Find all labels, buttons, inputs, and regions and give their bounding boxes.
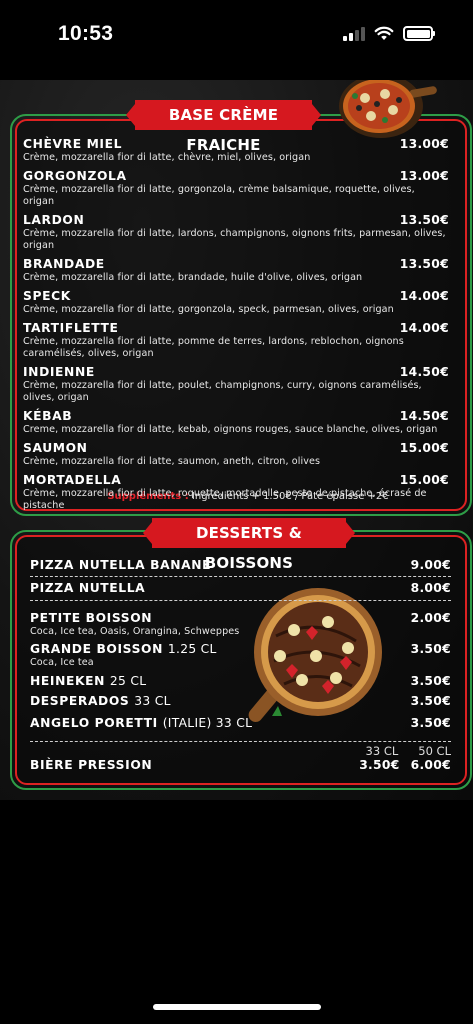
item-name: DESPERADOS xyxy=(30,694,130,708)
item-price: 13.50€ xyxy=(399,213,449,227)
item-description: Crème, mozzarella fior di latte, pomme d… xyxy=(23,336,404,359)
item-price: 14.50€ xyxy=(399,409,449,423)
beer-size-headers: 33 CL 50 CL xyxy=(366,744,451,758)
item-name: TARTIFLETTE xyxy=(23,321,119,335)
item-name: KÉBAB xyxy=(23,409,73,423)
menu-row: PETITE BOISSON 2.00€ xyxy=(30,611,451,626)
drink-row-wrap: ANGELO PORETTI (ITALIE) 33 CL 3.50€ xyxy=(30,716,451,731)
item-description: Crème, mozzarella fior di latte, lardons… xyxy=(23,228,446,251)
drink-row-wrap: PETITE BOISSON 2.00€ Coca, Ice tea, Oasi… xyxy=(30,611,451,638)
item-name: MORTADELLA xyxy=(23,473,122,487)
menu-item: MORTADELLA 15.00€ Crème, mozzarella fior… xyxy=(23,473,449,512)
item-description: Coca, Ice tea xyxy=(30,657,94,668)
item-description: Creme, mozzarella fior di latte, kebab, … xyxy=(23,424,438,435)
item-name: BRANDADE xyxy=(23,257,105,271)
divider xyxy=(30,576,451,577)
section-title-desserts: DESSERTS & BOISSONS xyxy=(143,518,355,572)
item-name: GRANDE BOISSON xyxy=(30,642,163,656)
status-time: 10:53 xyxy=(58,22,114,45)
menu-item: KÉBAB 14.50€ Creme, mozzarella fior di l… xyxy=(23,409,449,436)
divider xyxy=(30,600,451,601)
item-price: 13.00€ xyxy=(399,137,449,151)
menu-row: PIZZA NUTELLA BANANE 9.00€ xyxy=(30,558,451,573)
beer-pression-row: BIÈRE PRESSION 3.50€ 6.00€ xyxy=(30,758,451,772)
item-name: BIÈRE PRESSION xyxy=(30,758,153,772)
item-price: 13.50€ xyxy=(399,257,449,271)
item-description: Crème, mozzarella fior di latte, roquett… xyxy=(23,488,427,511)
item-description: Crème, mozzarella fior di latte, chèvre,… xyxy=(23,152,311,163)
home-indicator[interactable] xyxy=(153,1004,321,1010)
menu-row: ANGELO PORETTI (ITALIE) 33 CL 3.50€ xyxy=(30,716,451,731)
item-price: 3.50€ xyxy=(410,716,451,730)
item-name: SAUMON xyxy=(23,441,88,455)
item-price: 3.50€ xyxy=(410,642,451,656)
menu-item: SAUMON 15.00€ Crème, mozzarella fior di … xyxy=(23,441,449,468)
drink-row-wrap: GRANDE BOISSON 1.25 CL 3.50€ Coca, Ice t… xyxy=(30,642,451,669)
item-name: HEINEKEN xyxy=(30,674,105,688)
item-description: Crème, mozzarella fior di latte, gorgonz… xyxy=(23,184,415,207)
item-name: ANGELO PORETTI xyxy=(30,716,158,730)
item-description: Coca, Ice tea, Oasis, Orangina, Schweppe… xyxy=(30,626,240,637)
battery-icon xyxy=(403,26,435,41)
menu-item: LARDON 13.50€ Crème, mozzarella fior di … xyxy=(23,213,449,252)
item-name: INDIENNE xyxy=(23,365,95,379)
size-header-large: 50 CL xyxy=(418,744,451,758)
item-volume: 1.25 CL xyxy=(167,642,217,656)
menu-item: CHÈVRE MIEL 13.00€ Crème, mozzarella fio… xyxy=(23,137,449,164)
item-price: 15.00€ xyxy=(399,473,449,487)
item-name: PIZZA NUTELLA xyxy=(30,581,146,595)
item-price: 8.00€ xyxy=(410,581,451,595)
item-price: 9.00€ xyxy=(410,558,451,572)
item-price: 2.00€ xyxy=(410,611,451,625)
menu-item: GORGONZOLA 13.00€ Crème, mozzarella fior… xyxy=(23,169,449,208)
item-price: 14.00€ xyxy=(399,321,449,335)
drink-row-wrap: DESPERADOS 33 CL 3.50€ xyxy=(30,694,451,709)
status-icons xyxy=(343,26,435,41)
item-name: CHÈVRE MIEL xyxy=(23,137,123,151)
item-price: 14.00€ xyxy=(399,289,449,303)
menu-row: HEINEKEN 25 CL 3.50€ xyxy=(30,674,451,689)
item-volume: 33 CL xyxy=(134,694,171,708)
desserts-boissons-list: PIZZA NUTELLA BANANE 9.00€ xyxy=(30,558,451,573)
divider xyxy=(30,741,451,742)
item-description: Crème, mozzarella fior di latte, poulet,… xyxy=(23,380,422,403)
section-title-base-creme: BASE CRÈME FRAICHE xyxy=(126,100,321,154)
item-price: 13.00€ xyxy=(399,169,449,183)
item-price: 3.50€ xyxy=(410,674,451,688)
beer-prices: 3.50€ 6.00€ xyxy=(359,758,451,772)
status-bar: 10:53 xyxy=(0,0,473,70)
wifi-icon xyxy=(374,26,394,40)
item-volume: 25 CL xyxy=(109,674,147,688)
pizza-illustration-icon xyxy=(339,80,437,138)
item-name: GORGONZOLA xyxy=(23,169,127,183)
menu-row: DESPERADOS 33 CL 3.50€ xyxy=(30,694,451,709)
item-name: PETITE BOISSON xyxy=(30,611,153,625)
item-description: Crème, mozzarella fior di latte, saumon,… xyxy=(23,456,321,467)
item-name: LARDON xyxy=(23,213,85,227)
price-large: 6.00€ xyxy=(410,758,451,772)
item-description: Crème, mozzarella fior di latte, brandad… xyxy=(23,272,363,283)
item-price: 15.00€ xyxy=(399,441,449,455)
menu-item: SPECK 14.00€ Crème, mozzarella fior di l… xyxy=(23,289,449,316)
cellular-signal-icon xyxy=(343,26,365,41)
price-small: 3.50€ xyxy=(359,758,400,772)
menu-row: PIZZA NUTELLA 8.00€ xyxy=(30,581,451,596)
item-volume: (ITALIE) 33 CL xyxy=(162,716,253,730)
menu-item: BRANDADE 13.50€ Crème, mozzarella fior d… xyxy=(23,257,449,284)
item-price: 3.50€ xyxy=(410,694,451,708)
dessert-row-wrap: PIZZA NUTELLA 8.00€ xyxy=(30,581,451,596)
item-description: Crème, mozzarella fior di latte, gorgonz… xyxy=(23,304,394,315)
drink-row-wrap: HEINEKEN 25 CL 3.50€ xyxy=(30,674,451,689)
size-header-small: 33 CL xyxy=(365,744,399,758)
item-name: PIZZA NUTELLA BANANE xyxy=(30,558,212,572)
menu-item: INDIENNE 14.50€ Crème, mozzarella fior d… xyxy=(23,365,449,404)
item-name: SPECK xyxy=(23,289,71,303)
base-creme-list: CHÈVRE MIEL 13.00€ Crème, mozzarella fio… xyxy=(23,137,449,517)
item-price: 14.50€ xyxy=(399,365,449,379)
menu-row: GRANDE BOISSON 1.25 CL 3.50€ xyxy=(30,642,451,657)
menu-item: TARTIFLETTE 14.00€ Crème, mozzarella fio… xyxy=(23,321,449,360)
